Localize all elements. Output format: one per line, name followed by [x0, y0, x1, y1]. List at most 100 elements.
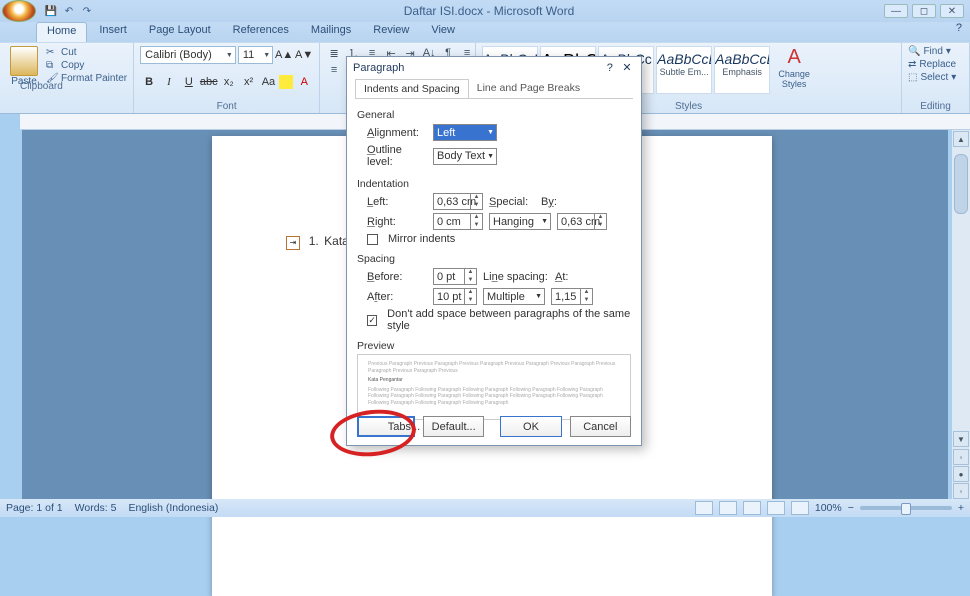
font-color-button[interactable]: A [295, 73, 313, 91]
copy-icon: ⧉ [46, 59, 58, 71]
tab-insert[interactable]: Insert [89, 22, 137, 42]
quick-access-toolbar: 💾 ↶ ↷ [44, 4, 94, 18]
default-button[interactable]: Default... [423, 416, 484, 437]
select-button[interactable]: ⬚Select▾ [908, 72, 963, 83]
status-language[interactable]: English (Indonesia) [128, 502, 218, 514]
close-button[interactable]: ✕ [940, 4, 964, 18]
redo-icon[interactable]: ↷ [80, 4, 94, 18]
browse-object-icon[interactable]: ● [953, 466, 969, 482]
help-icon[interactable]: ? [956, 22, 962, 42]
outline-combo[interactable]: Body Text▼ [433, 148, 497, 165]
view-draft-icon[interactable] [791, 501, 809, 515]
scroll-up-icon[interactable]: ▲ [953, 131, 969, 147]
zoom-out-button[interactable]: − [848, 502, 854, 514]
status-words[interactable]: Words: 5 [75, 502, 117, 514]
window-title: Daftar ISI.docx - Microsoft Word [94, 4, 884, 18]
italic-button[interactable]: I [160, 73, 178, 91]
zoom-in-button[interactable]: + [958, 502, 964, 514]
underline-button[interactable]: U [180, 73, 198, 91]
group-label-clipboard: Clipboard [20, 81, 63, 92]
tab-references[interactable]: References [223, 22, 299, 42]
alignment-label: Alignment: [367, 127, 427, 139]
paste-icon[interactable] [10, 46, 38, 76]
group-label-font: Font [140, 101, 313, 112]
tabs-button[interactable]: Tabs... [357, 416, 415, 437]
scissors-icon: ✂ [46, 46, 58, 58]
zoom-level[interactable]: 100% [815, 502, 842, 514]
ok-button[interactable]: OK [500, 416, 561, 437]
vertical-scrollbar[interactable]: ▲ ▼ ◦ ● ◦ [952, 130, 970, 499]
prev-page-icon[interactable]: ◦ [953, 449, 969, 465]
highlight-button[interactable] [279, 75, 293, 89]
ribbon-tabs: Home Insert Page Layout References Maili… [0, 22, 970, 42]
tab-view[interactable]: View [421, 22, 465, 42]
cancel-button[interactable]: Cancel [570, 416, 631, 437]
maximize-button[interactable]: ◻ [912, 4, 936, 18]
tab-marker-icon: ⇥ [286, 236, 300, 250]
replace-icon: ⇄ [908, 59, 916, 70]
dialog-tab-indents[interactable]: Indents and Spacing [355, 79, 469, 98]
find-icon: 🔍 [908, 46, 920, 57]
group-label-editing: Editing [908, 101, 963, 112]
by-spinner[interactable]: 0,63 cm▲▼ [557, 213, 607, 230]
bullets-icon[interactable]: ≣ [326, 46, 342, 60]
dialog-tab-breaks[interactable]: Line and Page Breaks [469, 79, 588, 98]
mirror-checkbox[interactable] [367, 234, 378, 245]
indent-left-label: Left: [367, 196, 427, 208]
office-button[interactable] [2, 0, 36, 22]
dialog-close-icon[interactable]: ✕ [619, 61, 635, 75]
tab-review[interactable]: Review [363, 22, 419, 42]
line-spacing-combo[interactable]: Multiple▼ [483, 288, 545, 305]
find-button[interactable]: 🔍Find▾ [908, 46, 963, 57]
section-general: General [357, 109, 631, 121]
outline-label: Outline level: [367, 144, 427, 168]
status-page[interactable]: Page: 1 of 1 [6, 502, 63, 514]
view-web-icon[interactable] [743, 501, 761, 515]
tab-mailings[interactable]: Mailings [301, 22, 361, 42]
change-styles-button[interactable]: Change Styles [772, 69, 816, 89]
before-spinner[interactable]: 0 pt▲▼ [433, 268, 477, 285]
shrink-font-button[interactable]: A▼ [295, 46, 313, 64]
grow-font-button[interactable]: A▲ [275, 46, 293, 64]
bold-button[interactable]: B [140, 73, 158, 91]
minimize-button[interactable]: — [884, 4, 908, 18]
font-family-combo[interactable]: Calibri (Body)▼ [140, 46, 236, 64]
replace-button[interactable]: ⇄Replace [908, 59, 963, 70]
indent-left-spinner[interactable]: 0,63 cm▲▼ [433, 193, 483, 210]
tab-page-layout[interactable]: Page Layout [139, 22, 221, 42]
strike-button[interactable]: abc [200, 73, 218, 91]
after-spinner[interactable]: 10 pt▲▼ [433, 288, 477, 305]
view-print-layout-icon[interactable] [695, 501, 713, 515]
font-size-combo[interactable]: 11▼ [238, 46, 273, 64]
scroll-down-icon[interactable]: ▼ [953, 431, 969, 447]
alignment-combo[interactable]: Left▼ [433, 124, 497, 141]
tab-home[interactable]: Home [36, 22, 87, 42]
cut-button[interactable]: ✂Cut [46, 46, 127, 58]
by-label: By: [541, 196, 565, 208]
change-case-button[interactable]: Aa [260, 73, 278, 91]
at-spinner[interactable]: 1,15▲▼ [551, 288, 593, 305]
undo-icon[interactable]: ↶ [62, 4, 76, 18]
status-bar: Page: 1 of 1 Words: 5 English (Indonesia… [0, 499, 970, 517]
view-outline-icon[interactable] [767, 501, 785, 515]
change-styles-icon[interactable]: A [772, 46, 816, 69]
special-combo[interactable]: Hanging▼ [489, 213, 551, 230]
dialog-help-icon[interactable]: ? [607, 62, 613, 74]
save-icon[interactable]: 💾 [44, 4, 58, 18]
preview-box: Previous Paragraph Previous Paragraph Pr… [357, 354, 631, 420]
align-center-icon[interactable]: ≡ [326, 63, 342, 77]
scroll-thumb[interactable] [954, 154, 968, 214]
line-spacing-label: Line spacing: [483, 271, 549, 283]
special-label: Special: [489, 196, 535, 208]
subscript-button[interactable]: x₂ [220, 73, 238, 91]
style-emphasis[interactable]: AaBbCcDcEmphasis [714, 46, 770, 94]
same-style-label: Don't add space between paragraphs of th… [387, 308, 631, 332]
zoom-slider[interactable] [860, 506, 952, 510]
style-subtle-em[interactable]: AaBbCcDcSubtle Em... [656, 46, 712, 94]
copy-button[interactable]: ⧉Copy [46, 59, 127, 71]
superscript-button[interactable]: x² [240, 73, 258, 91]
same-style-checkbox[interactable]: ✓ [367, 315, 377, 326]
next-page-icon[interactable]: ◦ [953, 483, 969, 499]
indent-right-spinner[interactable]: 0 cm▲▼ [433, 213, 483, 230]
view-full-screen-icon[interactable] [719, 501, 737, 515]
